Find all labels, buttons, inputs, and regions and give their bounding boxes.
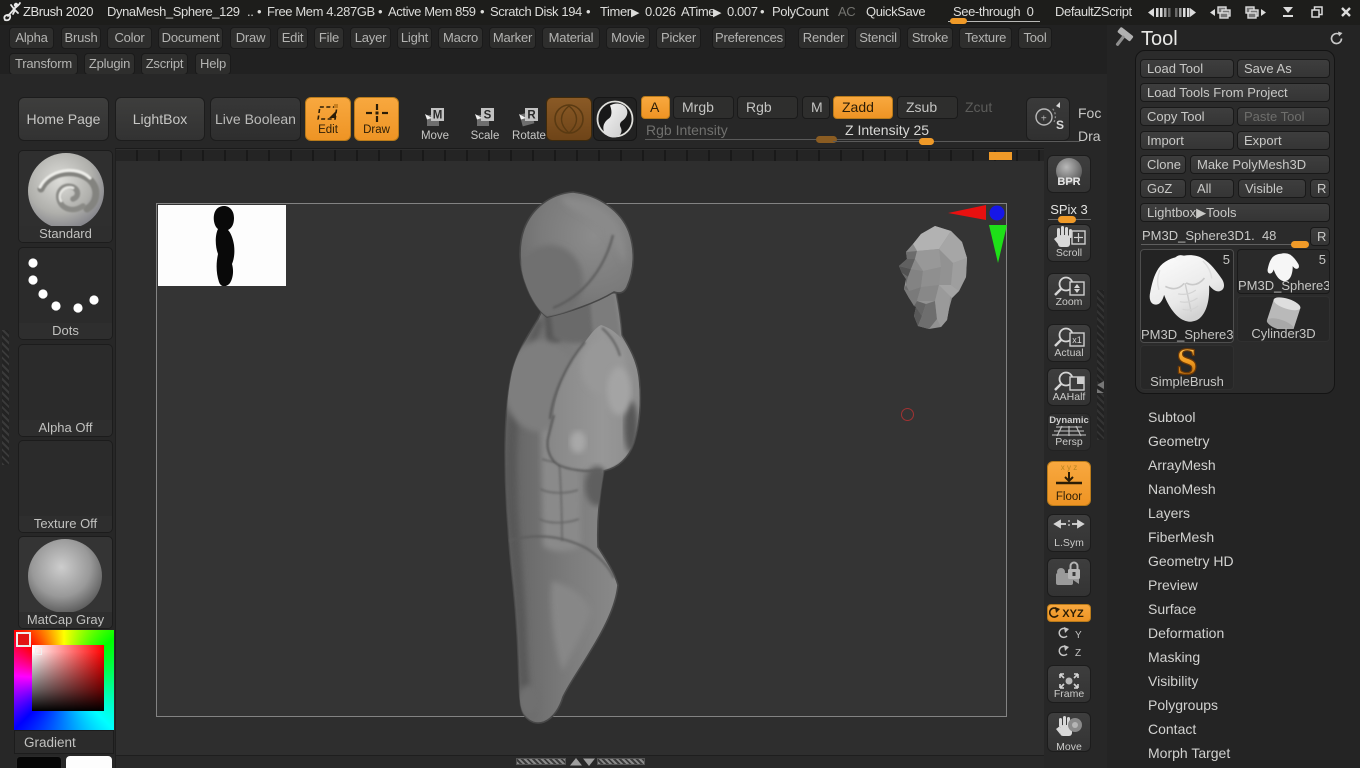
svg-text:S: S: [1056, 118, 1064, 132]
svg-text:S: S: [1176, 346, 1197, 377]
svg-text:x y z: x y z: [1061, 463, 1077, 472]
svg-text:XYZ: XYZ: [1062, 608, 1084, 620]
svg-text:R: R: [527, 110, 536, 122]
svg-text:Y: Y: [1075, 630, 1082, 641]
svg-text:x1: x1: [1072, 335, 1082, 345]
svg-text:Z: Z: [1075, 648, 1081, 659]
svg-text:Dynamic: Dynamic: [1049, 415, 1089, 426]
svg-text:M: M: [433, 110, 443, 122]
svg-text:S: S: [484, 110, 492, 122]
svg-text:BPR: BPR: [1057, 176, 1080, 188]
svg-text:+: +: [1041, 113, 1047, 124]
